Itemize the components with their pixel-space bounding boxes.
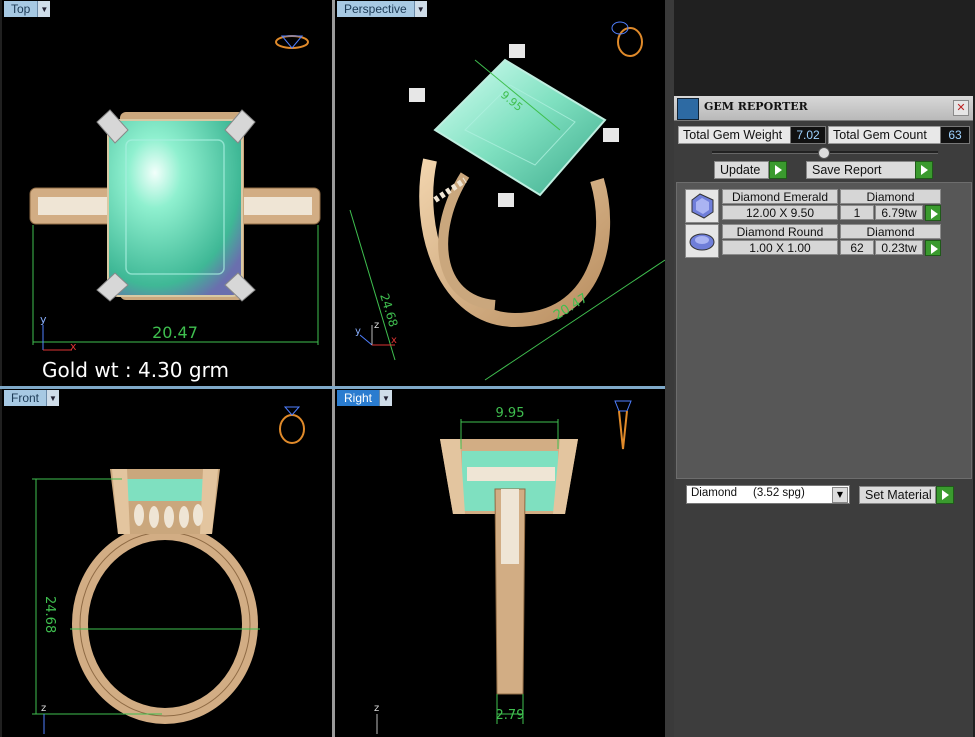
- top-view-render: 20.47 y x: [29, 35, 321, 353]
- total-gem-count-value: 63: [940, 126, 970, 144]
- save-report-arrow-icon[interactable]: [915, 161, 933, 179]
- axis-z-label: z: [374, 703, 379, 714]
- chevron-down-icon[interactable]: ▼: [832, 487, 848, 503]
- perspective-height-label: 24.68: [377, 292, 400, 329]
- emerald-cut-gem-icon: [685, 189, 719, 223]
- right-view-render: 9.95 2.79 z: [374, 400, 632, 734]
- save-report-button[interactable]: Save Report: [806, 161, 916, 179]
- gem-material: Diamond: [840, 224, 941, 239]
- gem-count: 1: [840, 205, 874, 220]
- gem-reporter-title: GEM REPORTER: [704, 100, 808, 113]
- gem-material: Diamond: [840, 189, 941, 204]
- gem-size: 1.00 X 1.00: [722, 240, 838, 255]
- set-material-arrow-icon[interactable]: [936, 486, 954, 504]
- total-gem-count-label: Total Gem Count: [828, 126, 942, 144]
- gem-select-arrow-icon[interactable]: [925, 205, 941, 221]
- total-gem-weight-label: Total Gem Weight: [678, 126, 792, 144]
- material-select[interactable]: Diamond (3.52 spg) ▼: [686, 485, 850, 504]
- update-button[interactable]: Update: [714, 161, 769, 179]
- gem-select-arrow-icon[interactable]: [925, 240, 941, 256]
- ring-front-icon: [279, 406, 305, 444]
- gem-slider-handle[interactable]: [818, 147, 830, 159]
- viewport-tab-top[interactable]: Top ▼: [4, 1, 51, 17]
- set-material-button[interactable]: Set Material: [859, 486, 936, 504]
- front-height-label: 24.68: [42, 596, 57, 633]
- gem-count: 62: [840, 240, 874, 255]
- viewport-front[interactable]: Front ▼ 24.68 z: [2, 389, 332, 737]
- front-view-render: 24.68 z: [32, 406, 305, 734]
- gold-weight-note: Gold wt : 4.30 grm: [42, 358, 229, 382]
- gem-size: 12.00 X 9.50: [722, 205, 838, 220]
- gem-weight: 0.23tw: [875, 240, 923, 255]
- ring-perspective-icon: [611, 21, 643, 57]
- right-bottom-width-label: 2.79: [496, 708, 525, 723]
- viewport-tab-perspective[interactable]: Perspective ▼: [337, 1, 427, 17]
- viewport-right[interactable]: Right ▼ 9.95 2.79 z: [335, 389, 665, 737]
- axis-x-label: x: [70, 340, 77, 353]
- material-select-value: Diamond (3.52 spg): [691, 487, 805, 499]
- top-dimension-label: 20.47: [152, 323, 198, 342]
- gem-reporter-titlebar[interactable]: GEM REPORTER ✕: [674, 96, 973, 121]
- viewport-divider-horizontal[interactable]: [0, 386, 666, 389]
- ring-side-icon: [614, 400, 632, 450]
- gem-reporter-logo-icon: [677, 98, 699, 120]
- ring-view-icon: [275, 35, 309, 49]
- viewport-label-right[interactable]: Right: [337, 390, 380, 406]
- total-gem-weight-value: 7.02: [790, 126, 826, 144]
- update-arrow-icon[interactable]: [769, 161, 787, 179]
- viewport-tab-front[interactable]: Front ▼: [4, 390, 60, 406]
- viewport-label-front[interactable]: Front: [4, 390, 47, 406]
- gem-name: Diamond Round: [722, 224, 838, 239]
- right-top-width-label: 9.95: [496, 406, 525, 421]
- gem-list[interactable]: Diamond Emerald Diamond 12.00 X 9.50 1 6…: [676, 182, 972, 479]
- viewport-border-right: [665, 0, 674, 737]
- viewport-top[interactable]: Top ▼ 20.47 y x: [2, 0, 332, 386]
- gem-weight: 6.79tw: [875, 205, 923, 220]
- axis-x-label: x: [391, 335, 397, 346]
- axis-y-label: y: [355, 326, 361, 337]
- axis-z-label: z: [41, 703, 46, 714]
- chevron-down-icon[interactable]: ▼: [413, 1, 427, 17]
- perspective-view-render: 24.68 20.47 9.95 y z x: [349, 21, 665, 381]
- gem-reporter-panel: GEM REPORTER ✕ Total Gem Weight 7.02 Tot…: [674, 96, 973, 737]
- viewport-divider-vertical[interactable]: [332, 0, 335, 737]
- viewport-perspective[interactable]: Perspective ▼ 24.68 20.47 9.95 y z x: [335, 0, 665, 386]
- chevron-down-icon[interactable]: ▼: [37, 1, 51, 17]
- axis-z-label: z: [374, 320, 379, 331]
- viewport-tab-right[interactable]: Right ▼: [337, 390, 393, 406]
- axis-y-label: y: [40, 313, 47, 326]
- chevron-down-icon[interactable]: ▼: [46, 390, 60, 406]
- close-icon[interactable]: ✕: [953, 100, 969, 116]
- viewport-label-top[interactable]: Top: [4, 1, 38, 17]
- gem-name: Diamond Emerald: [722, 189, 838, 204]
- round-cut-gem-icon: [685, 224, 719, 258]
- viewport-label-perspective[interactable]: Perspective: [337, 1, 414, 17]
- chevron-down-icon[interactable]: ▼: [379, 390, 393, 406]
